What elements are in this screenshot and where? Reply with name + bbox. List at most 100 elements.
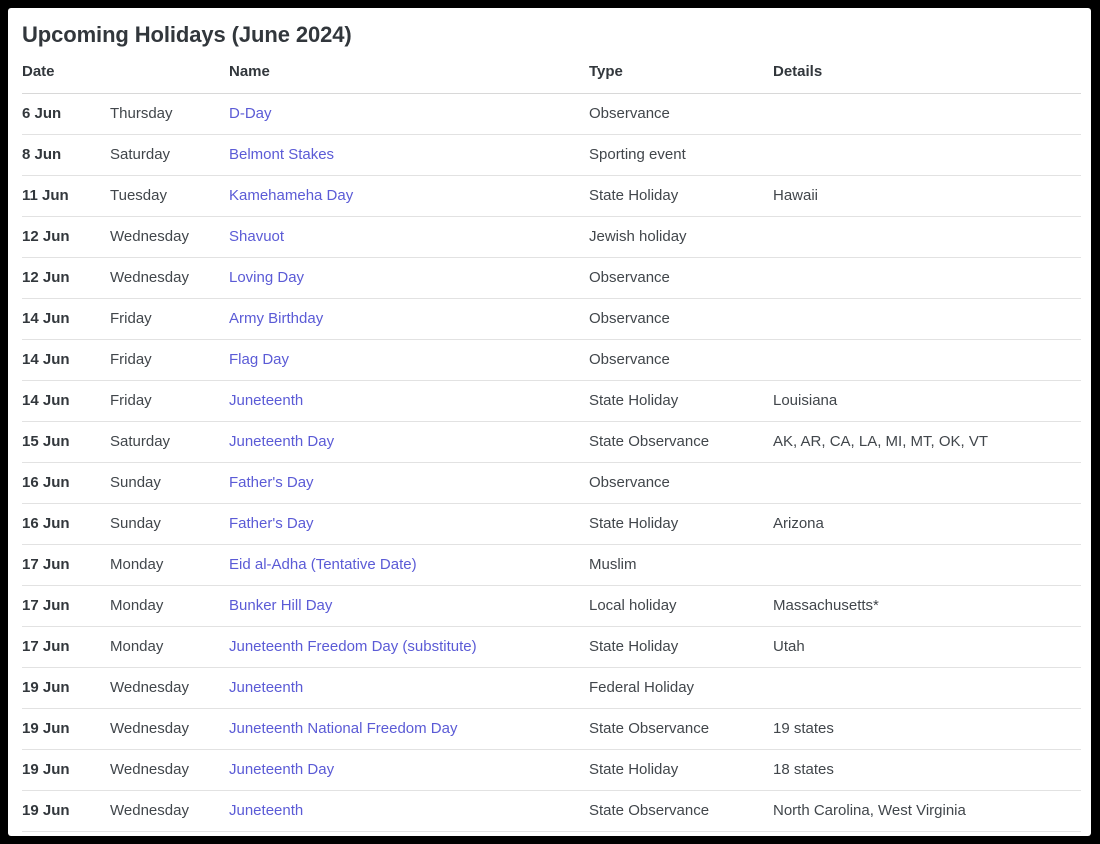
cell-date: 19 Jun bbox=[22, 750, 110, 791]
cell-type: State Holiday bbox=[589, 176, 773, 217]
holiday-link[interactable]: Juneteenth bbox=[229, 802, 303, 819]
cell-details: 19 states bbox=[773, 709, 1081, 750]
cell-details bbox=[773, 217, 1081, 258]
table-header: Date Name Type Details bbox=[22, 49, 1081, 94]
cell-details: Louisiana bbox=[773, 381, 1081, 422]
cell-type: Muslim bbox=[589, 545, 773, 586]
holiday-link[interactable]: Shavuot bbox=[229, 228, 284, 245]
cell-weekday: Wednesday bbox=[110, 668, 229, 709]
holiday-link[interactable]: Bunker Hill Day bbox=[229, 597, 332, 614]
cell-weekday: Wednesday bbox=[110, 791, 229, 832]
cell-details bbox=[773, 299, 1081, 340]
table-row: 17 JunMondayJuneteenth Freedom Day (subs… bbox=[22, 627, 1081, 668]
cell-name: Belmont Stakes bbox=[229, 135, 589, 176]
holiday-link[interactable]: Juneteenth Day bbox=[229, 433, 334, 450]
holiday-link[interactable]: Juneteenth National Freedom Day bbox=[229, 720, 457, 737]
table-row: 14 JunFridayJuneteenth State HolidayLouis… bbox=[22, 381, 1081, 422]
cell-weekday: Sunday bbox=[110, 504, 229, 545]
table-row: 6 JunThursdayD-DayObservance bbox=[22, 94, 1081, 135]
table-row: 14 JunFridayArmy BirthdayObservance bbox=[22, 299, 1081, 340]
holiday-link[interactable]: Juneteenth Day bbox=[229, 761, 334, 778]
cell-details: Hawaii bbox=[773, 176, 1081, 217]
cell-date: 12 Jun bbox=[22, 258, 110, 299]
cell-date: 11 Jun bbox=[22, 176, 110, 217]
cell-date: 16 Jun bbox=[22, 463, 110, 504]
cell-type: Observance bbox=[589, 94, 773, 135]
column-header-type[interactable]: Type bbox=[589, 49, 773, 94]
holiday-link[interactable]: Kamehameha Day bbox=[229, 187, 353, 204]
holiday-link[interactable]: Father's Day bbox=[229, 474, 314, 491]
holiday-link[interactable]: Juneteenth bbox=[229, 392, 303, 409]
cell-date: 16 Jun bbox=[22, 504, 110, 545]
cell-date: 17 Jun bbox=[22, 586, 110, 627]
cell-type: State Observance bbox=[589, 791, 773, 832]
table-row: 19 JunWednesdayJuneteenth DayState Holid… bbox=[22, 750, 1081, 791]
cell-weekday: Wednesday bbox=[110, 709, 229, 750]
table-row: 11 JunTuesdayKamehameha DayState Holiday… bbox=[22, 176, 1081, 217]
cell-type: Observance bbox=[589, 299, 773, 340]
cell-weekday: Sunday bbox=[110, 463, 229, 504]
cell-name: Juneteenth Freedom Day (substitute) bbox=[229, 627, 589, 668]
cell-details bbox=[773, 463, 1081, 504]
cell-weekday: Saturday bbox=[110, 135, 229, 176]
table-row: 12 JunWednesdayShavuotJewish holiday bbox=[22, 217, 1081, 258]
cell-weekday: Wednesday bbox=[110, 258, 229, 299]
cell-name: Juneteenth Day bbox=[229, 422, 589, 463]
holiday-link[interactable]: Loving Day bbox=[229, 269, 304, 286]
cell-type: State Observance bbox=[589, 709, 773, 750]
cell-name: Juneteenth National Freedom Day bbox=[229, 709, 589, 750]
cell-weekday: Saturday bbox=[110, 422, 229, 463]
table-row: 15 JunSaturdayJuneteenth DayState Observ… bbox=[22, 422, 1081, 463]
cell-name: Juneteenth Day bbox=[229, 750, 589, 791]
cell-weekday: Friday bbox=[110, 340, 229, 381]
cell-type: Sporting event bbox=[589, 135, 773, 176]
table-row: 19 JunWednesdayJuneteenthState Observanc… bbox=[22, 791, 1081, 832]
cell-type: Federal Holiday bbox=[589, 668, 773, 709]
column-header-weekday bbox=[110, 49, 229, 94]
cell-type: Local holiday bbox=[589, 586, 773, 627]
cell-name: Army Birthday bbox=[229, 299, 589, 340]
cell-name: Father's Day bbox=[229, 504, 589, 545]
cell-name: Father's Day bbox=[229, 463, 589, 504]
table-row: 17 JunMondayEid al-Adha (Tentative Date)… bbox=[22, 545, 1081, 586]
cell-weekday: Monday bbox=[110, 545, 229, 586]
holiday-link[interactable]: Army Birthday bbox=[229, 310, 323, 327]
cell-name: Shavuot bbox=[229, 217, 589, 258]
cell-name: Flag Day bbox=[229, 340, 589, 381]
cell-weekday: Friday bbox=[110, 381, 229, 422]
page-title: Upcoming Holidays (June 2024) bbox=[8, 8, 1091, 49]
holiday-link[interactable]: D-Day bbox=[229, 105, 272, 122]
cell-name: Kamehameha Day bbox=[229, 176, 589, 217]
table-header-row: Date Name Type Details bbox=[22, 49, 1081, 94]
cell-name: Loving Day bbox=[229, 258, 589, 299]
holiday-link[interactable]: Father's Day bbox=[229, 515, 314, 532]
window-frame: Upcoming Holidays (June 2024) Date Name … bbox=[0, 0, 1100, 844]
column-header-details[interactable]: Details bbox=[773, 49, 1081, 94]
table-row: 16 JunSundayFather's Day Observance bbox=[22, 463, 1081, 504]
cell-date: 14 Jun bbox=[22, 299, 110, 340]
cell-details: Massachusetts* bbox=[773, 586, 1081, 627]
cell-details: Utah bbox=[773, 627, 1081, 668]
column-header-date[interactable]: Date bbox=[22, 49, 110, 94]
cell-type: Observance bbox=[589, 463, 773, 504]
table-row: 17 JunMondayBunker Hill DayLocal holiday… bbox=[22, 586, 1081, 627]
column-header-name[interactable]: Name bbox=[229, 49, 589, 94]
holiday-link[interactable]: Belmont Stakes bbox=[229, 146, 334, 163]
holiday-link[interactable]: Juneteenth Freedom Day (substitute) bbox=[229, 638, 477, 655]
cell-details bbox=[773, 340, 1081, 381]
table-row: 8 JunSaturdayBelmont Stakes Sporting even… bbox=[22, 135, 1081, 176]
cell-type: State Observance bbox=[589, 422, 773, 463]
holiday-link[interactable]: Flag Day bbox=[229, 351, 289, 368]
cell-details bbox=[773, 135, 1081, 176]
holiday-link[interactable]: Eid al-Adha (Tentative Date) bbox=[229, 556, 417, 573]
cell-details bbox=[773, 94, 1081, 135]
holiday-link[interactable]: Juneteenth bbox=[229, 679, 303, 696]
cell-date: 14 Jun bbox=[22, 381, 110, 422]
cell-type: State Holiday bbox=[589, 381, 773, 422]
cell-date: 17 Jun bbox=[22, 545, 110, 586]
cell-type: State Holiday bbox=[589, 750, 773, 791]
cell-weekday: Wednesday bbox=[110, 217, 229, 258]
cell-name: Eid al-Adha (Tentative Date) bbox=[229, 545, 589, 586]
cell-date: 8 Jun bbox=[22, 135, 110, 176]
table-row: 19 JunWednesdayJuneteenthFederal Holiday bbox=[22, 668, 1081, 709]
